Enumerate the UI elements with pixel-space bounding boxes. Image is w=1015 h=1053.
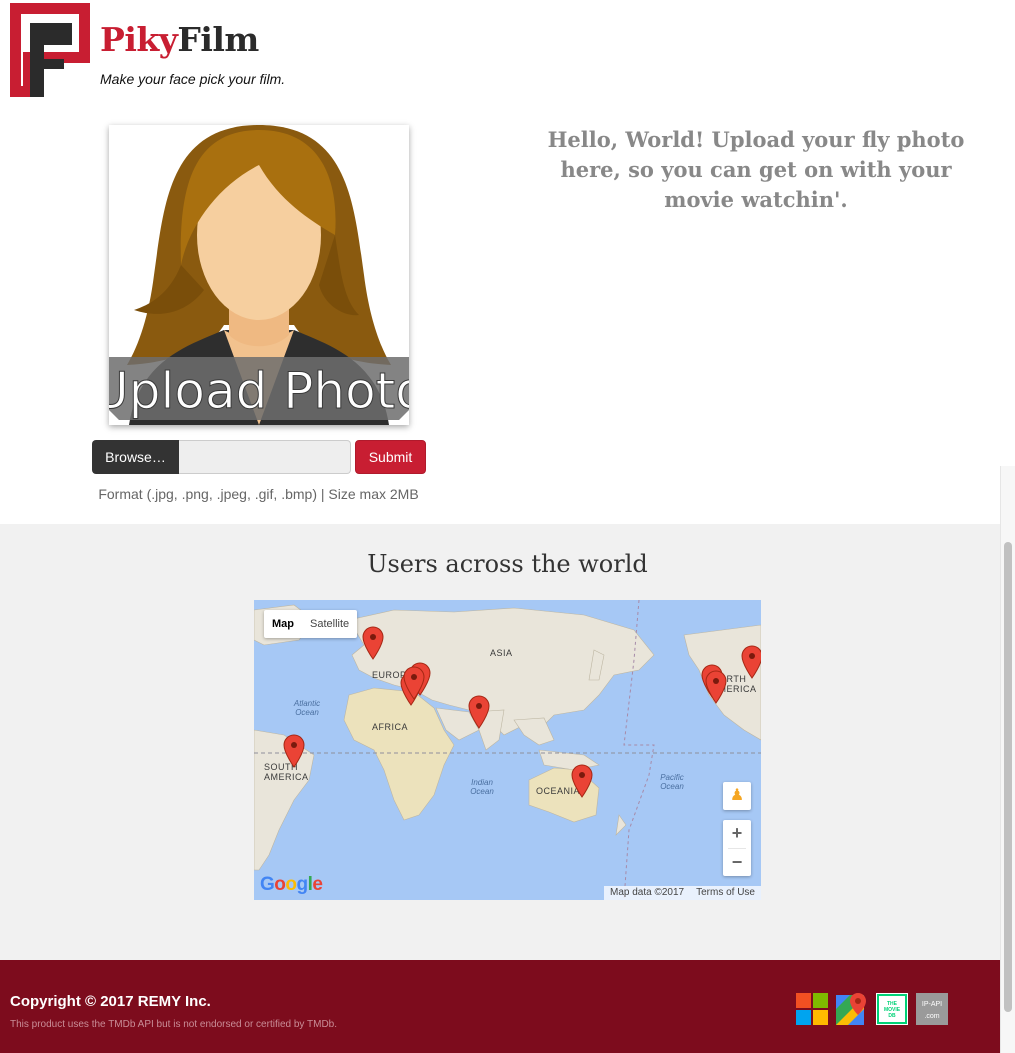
submit-button[interactable]: Submit — [355, 440, 426, 474]
map-attribution-bar: Map data ©2017 Terms of Use — [604, 886, 761, 900]
file-name-field[interactable] — [179, 440, 351, 474]
upload-photo-text: Upload Photo — [109, 362, 409, 420]
footer-disclaimer: This product uses the TMDb API but is no… — [10, 1019, 338, 1030]
themoviedb-logo-icon[interactable]: THE MOVIE DB — [876, 993, 908, 1025]
map-type-satellite-button[interactable]: Satellite — [302, 610, 357, 638]
pikyfilm-logo[interactable] — [10, 3, 90, 97]
avatar-placeholder-icon: Upload Photo — [109, 125, 409, 425]
map-data-attribution: Map data ©2017 — [610, 887, 685, 898]
map-label-atlantic: Atlantic Ocean — [293, 699, 321, 717]
upload-photo-preview[interactable]: Upload Photo — [109, 125, 409, 425]
google-logo[interactable]: Google — [260, 874, 323, 896]
brand-name-piky: Piky — [100, 20, 178, 59]
map-type-map-button[interactable]: Map — [264, 610, 302, 638]
google-maps-logo-icon[interactable] — [836, 993, 868, 1025]
tagline: Make your face pick your film. — [100, 71, 286, 87]
ip-api-logo-icon[interactable]: IP-API .com — [916, 993, 948, 1025]
browse-button[interactable]: Browse… — [92, 440, 179, 474]
map-marker[interactable] — [468, 695, 490, 729]
hello-message: Hello, World! Upload your fly photo here… — [547, 127, 965, 212]
map-zoom-control: + − — [723, 820, 751, 876]
users-world-map[interactable]: Map Satellite ASIA EUROPE AFRICA SOUTH A… — [254, 600, 761, 900]
page-scrollbar-thumb[interactable] — [1004, 542, 1012, 1012]
map-type-switcher: Map Satellite — [264, 610, 358, 638]
footer-copyright: Copyright © 2017 REMY Inc. — [10, 993, 211, 1010]
world-map-landmass — [254, 600, 761, 900]
map-label-asia: ASIA — [490, 648, 513, 658]
world-section-title: Users across the world — [367, 550, 648, 578]
upload-form: Browse… Submit — [92, 440, 426, 474]
svg-text:DB: DB — [888, 1013, 896, 1019]
zoom-in-button[interactable]: + — [723, 820, 751, 848]
map-marker[interactable] — [283, 734, 305, 768]
map-marker[interactable] — [705, 670, 727, 704]
street-view-pegman-icon[interactable]: ♟ — [723, 782, 751, 810]
map-marker[interactable] — [362, 626, 384, 660]
microsoft-logo-icon[interactable] — [796, 993, 828, 1025]
svg-text:IP-API: IP-API — [922, 1001, 942, 1008]
map-terms-link[interactable]: Terms of Use — [690, 886, 761, 900]
map-marker[interactable] — [571, 764, 593, 798]
brand-name-film: Film — [177, 20, 259, 59]
format-hint: Format (.jpg, .png, .jpeg, .gif, .bmp) |… — [98, 486, 419, 502]
map-label-indian: Indian Ocean — [470, 778, 494, 796]
zoom-out-button[interactable]: − — [723, 849, 751, 877]
brand-name: PikyFilm — [100, 20, 259, 59]
svg-text:.com: .com — [924, 1013, 939, 1020]
map-marker[interactable] — [403, 666, 425, 700]
map-marker[interactable] — [741, 645, 761, 679]
map-label-pacific: Pacific Ocean — [660, 773, 684, 791]
map-label-africa: AFRICA — [372, 722, 409, 732]
